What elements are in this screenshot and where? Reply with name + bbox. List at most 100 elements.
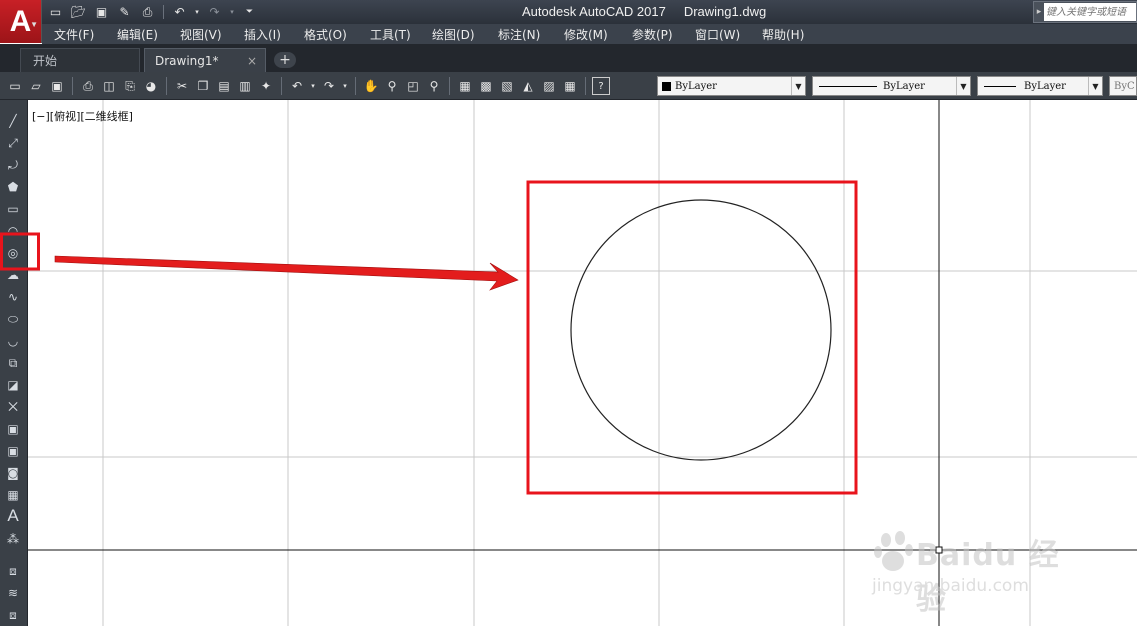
lineweight-control[interactable]: ByLayer ▼ [977, 76, 1103, 96]
save-icon[interactable]: ▣ [92, 3, 111, 21]
mtext-icon[interactable]: A [4, 506, 22, 525]
autocad-logo-icon: A [9, 4, 32, 38]
tool-palettes-icon[interactable]: ▧ [498, 77, 516, 95]
save-as-icon[interactable]: ✎ [115, 3, 134, 21]
menu-bar: 文件(F) 编辑(E) 视图(V) 插入(I) 格式(O) 工具(T) 绘图(D… [42, 24, 1137, 44]
construction-line-icon[interactable]: ⤢ [4, 134, 22, 152]
ellipse-icon[interactable]: ⬭ [4, 310, 22, 328]
help-icon[interactable]: ? [592, 77, 610, 95]
menu-view[interactable]: 视图(V) [180, 26, 222, 43]
redo-dropdown-icon[interactable]: ▾ [341, 77, 349, 95]
point-icon[interactable]: ⨉ [4, 398, 22, 416]
menu-dimension[interactable]: 标注(N) [498, 26, 540, 43]
expand-icon[interactable]: ▸ [1034, 7, 1044, 17]
undo-icon[interactable]: ↶ [170, 3, 189, 21]
undo-icon[interactable]: ↶ [288, 77, 306, 95]
layer-icon[interactable]: ⧈ [4, 562, 22, 580]
polyline-icon[interactable]: ⤾ [4, 156, 22, 174]
insert-block-icon[interactable]: ⧉ [4, 354, 22, 372]
table-icon[interactable]: ▦ [4, 486, 22, 504]
redo-icon[interactable]: ↷ [205, 3, 224, 21]
design-center-icon[interactable]: ▩ [477, 77, 495, 95]
chevron-down-icon: ▼ [30, 20, 38, 29]
tab-start-label: 开始 [33, 54, 58, 68]
close-icon[interactable]: × [247, 54, 257, 68]
viewport-controls[interactable]: [−][俯视][二维线框] [32, 108, 133, 124]
plotstyle-value: ByC [1114, 80, 1135, 92]
new-icon[interactable]: ▭ [6, 77, 24, 95]
chevron-down-icon[interactable]: ▼ [791, 77, 805, 95]
region-icon[interactable]: ◙ [4, 464, 22, 482]
open-icon[interactable]: ▱ [27, 77, 45, 95]
make-block-icon[interactable]: ◪ [4, 376, 22, 394]
polygon-icon[interactable]: ⬟ [4, 178, 22, 196]
hatch-icon[interactable]: ▣ [4, 420, 22, 438]
redo-icon[interactable]: ↷ [320, 77, 338, 95]
chevron-down-icon[interactable]: ▼ [1088, 77, 1102, 95]
title-bar: ▭ 📂︎ ▣ ✎ ⎙ ↶ ▾ ↷ ▾ ⏷ Autodesk AutoCAD 20… [0, 0, 1137, 24]
menu-edit[interactable]: 编辑(E) [117, 26, 158, 43]
plot-icon[interactable]: ⎙ [79, 77, 97, 95]
new-icon[interactable]: ▭ [46, 3, 65, 21]
quick-access-toolbar: ▭ 📂︎ ▣ ✎ ⎙ ↶ ▾ ↷ ▾ ⏷ [46, 2, 259, 22]
file-tab-bar: 开始 Drawing1* × [0, 44, 1137, 72]
tab-drawing1-label: Drawing1* [155, 53, 219, 68]
separator [449, 77, 450, 95]
open-icon[interactable]: 📂︎ [69, 3, 88, 21]
search-input[interactable] [1044, 3, 1136, 21]
application-menu-button[interactable]: A ▼ [0, 0, 42, 43]
plot-icon[interactable]: ⎙ [138, 3, 157, 21]
zoom-realtime-icon[interactable]: ⚲ [383, 77, 401, 95]
menu-draw[interactable]: 绘图(D) [432, 26, 475, 43]
tab-drawing1[interactable]: Drawing1* × [144, 48, 266, 72]
color-control[interactable]: ByLayer ▼ [657, 76, 806, 96]
menu-format[interactable]: 格式(O) [304, 26, 347, 43]
drawn-circle[interactable] [570, 199, 832, 461]
properties-icon[interactable]: ▦ [456, 77, 474, 95]
plot-preview-icon[interactable]: ◫ [100, 77, 118, 95]
plotstyle-control[interactable]: ByC [1109, 76, 1137, 96]
linetype-control[interactable]: ByLayer ▼ [812, 76, 971, 96]
cut-icon[interactable]: ✂ [173, 77, 191, 95]
add-selected-icon[interactable]: ⁂ [4, 530, 22, 548]
3d-dwf-icon[interactable]: ◕ [142, 77, 160, 95]
spline-icon[interactable]: ∿ [4, 288, 22, 306]
menu-window[interactable]: 窗口(W) [695, 26, 740, 43]
line-icon[interactable]: ╱ [4, 112, 22, 130]
save-icon[interactable]: ▣ [48, 77, 66, 95]
new-tab-button[interactable]: + [274, 52, 296, 68]
menu-parametric[interactable]: 参数(P) [632, 26, 673, 43]
zoom-previous-icon[interactable]: ⚲ [425, 77, 443, 95]
tab-start[interactable]: 开始 [20, 48, 140, 72]
lineweight-value: ByLayer [1024, 80, 1066, 92]
separator [166, 77, 167, 95]
window-title: Autodesk AutoCAD 2017 Drawing1.dwg [522, 4, 766, 19]
sheet-set-icon[interactable]: ◭ [519, 77, 537, 95]
paste-block-icon[interactable]: ▥ [236, 77, 254, 95]
menu-insert[interactable]: 插入(I) [244, 26, 281, 43]
calculator-icon[interactable]: ▦ [561, 77, 579, 95]
match-properties-icon[interactable]: ≋ [4, 584, 22, 602]
markup-icon[interactable]: ▨ [540, 77, 558, 95]
pan-icon[interactable]: ✋ [362, 77, 380, 95]
menu-tools[interactable]: 工具(T) [370, 26, 411, 43]
menu-help[interactable]: 帮助(H) [762, 26, 804, 43]
ellipse-arc-icon[interactable]: ◡ [4, 332, 22, 350]
circle-tool-highlight [0, 232, 40, 271]
lineweight-preview [984, 85, 1016, 87]
publish-icon[interactable]: ⎘ [121, 77, 139, 95]
undo-dropdown-icon[interactable]: ▾ [309, 77, 317, 95]
match-properties-icon[interactable]: ✦ [257, 77, 275, 95]
gradient-icon[interactable]: ▣ [4, 442, 22, 460]
undo-dropdown-icon[interactable]: ▾ [193, 3, 201, 21]
customize-icon[interactable]: ⏷ [240, 3, 259, 21]
paste-icon[interactable]: ▤ [215, 77, 233, 95]
rectangle-icon[interactable]: ▭ [4, 200, 22, 218]
redo-dropdown-icon[interactable]: ▾ [228, 3, 236, 21]
menu-modify[interactable]: 修改(M) [564, 26, 608, 43]
menu-file[interactable]: 文件(F) [54, 26, 94, 43]
layer-states-icon[interactable]: ⧈ [4, 606, 22, 624]
zoom-window-icon[interactable]: ◰ [404, 77, 422, 95]
copy-icon[interactable]: ❐ [194, 77, 212, 95]
chevron-down-icon[interactable]: ▼ [956, 77, 970, 95]
